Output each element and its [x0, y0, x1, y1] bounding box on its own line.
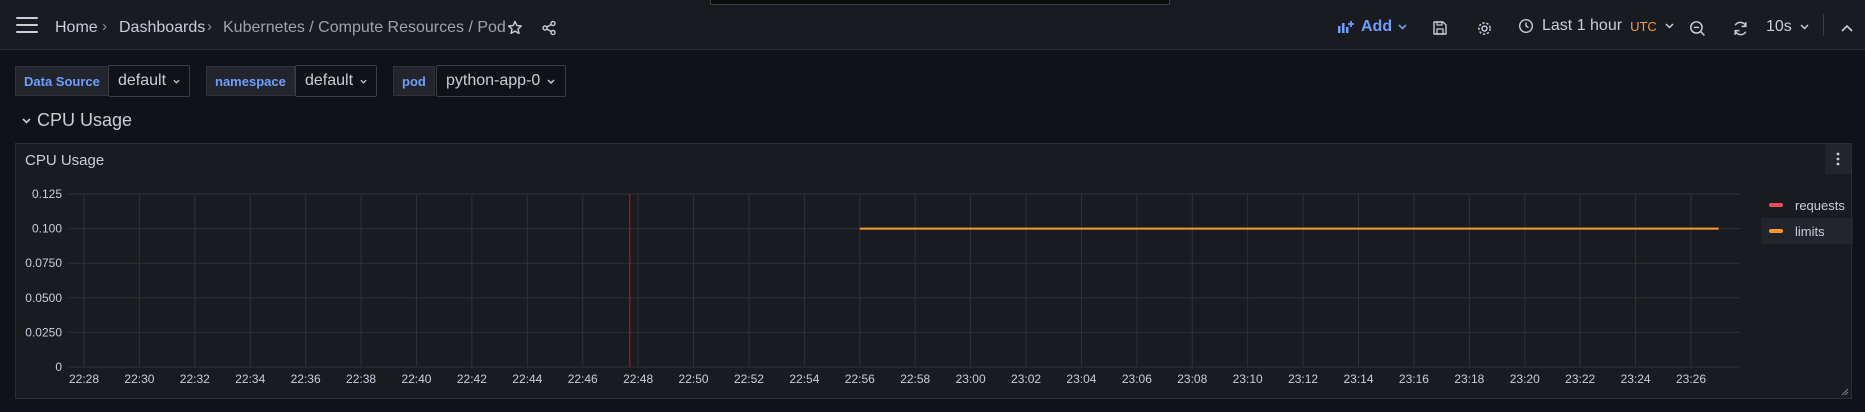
- timezone-label: UTC: [1630, 18, 1657, 34]
- add-button[interactable]: Add: [1337, 18, 1407, 36]
- legend-item-limits[interactable]: limits: [1761, 218, 1853, 244]
- x-tick-label: 22:28: [69, 372, 99, 386]
- chevron-down-icon: [360, 79, 367, 84]
- y-tick-label: 0.0750: [25, 256, 62, 270]
- x-tick-label: 23:14: [1344, 372, 1374, 386]
- resize-handle-icon[interactable]: [1841, 388, 1849, 396]
- menu-icon[interactable]: [16, 17, 38, 33]
- search-bar[interactable]: [710, 0, 1170, 5]
- breadcrumb-separator-icon: ›: [102, 18, 107, 35]
- chart-legend: requests limits: [1761, 192, 1853, 244]
- breadcrumb-dashboards[interactable]: Dashboards: [119, 19, 205, 37]
- clock-icon: [1518, 18, 1534, 34]
- star-icon[interactable]: [502, 15, 528, 41]
- chevron-up-icon[interactable]: [1834, 15, 1860, 41]
- refresh-icon[interactable]: [1727, 15, 1753, 41]
- variable-value: default: [118, 72, 167, 89]
- x-tick-label: 23:02: [1011, 372, 1041, 386]
- x-tick-label: 22:34: [235, 372, 265, 386]
- x-tick-label: 22:58: [900, 372, 930, 386]
- x-tick-label: 23:20: [1510, 372, 1540, 386]
- variable-label-datasource: Data Source: [15, 66, 109, 96]
- y-tick-label: 0.0250: [25, 325, 62, 339]
- chevron-down-icon: [173, 79, 180, 84]
- x-tick-label: 23:16: [1399, 372, 1429, 386]
- y-tick-label: 0.100: [32, 222, 62, 236]
- save-icon[interactable]: [1427, 15, 1453, 41]
- add-panel-icon: [1338, 21, 1354, 33]
- variable-label-namespace: namespace: [206, 66, 295, 96]
- x-tick-label: 23:06: [1122, 372, 1152, 386]
- x-tick-label: 22:50: [679, 372, 709, 386]
- refresh-interval-label: 10s: [1766, 18, 1792, 35]
- zoom-out-icon[interactable]: [1684, 15, 1710, 41]
- x-tick-label: 23:24: [1621, 372, 1651, 386]
- share-icon[interactable]: [536, 15, 562, 41]
- variable-select-datasource[interactable]: default: [108, 65, 190, 97]
- breadcrumb-separator-icon: ›: [207, 18, 212, 35]
- legend-label: requests: [1795, 197, 1845, 213]
- more-vertical-icon[interactable]: [1825, 144, 1851, 174]
- add-label: Add: [1361, 18, 1393, 35]
- refresh-interval-picker[interactable]: 10s: [1766, 18, 1809, 36]
- x-tick-label: 22:48: [623, 372, 653, 386]
- breadcrumb-current: Kubernetes / Compute Resources / Pod: [223, 19, 506, 36]
- chevron-down-icon: [1800, 24, 1809, 30]
- x-tick-label: 23:22: [1565, 372, 1595, 386]
- row-title: CPU Usage: [37, 110, 133, 130]
- x-tick-label: 22:32: [180, 372, 210, 386]
- legend-swatch: [1769, 203, 1783, 207]
- variable-value: default: [305, 72, 354, 89]
- toolbar-divider: [1823, 14, 1824, 36]
- x-tick-label: 23:08: [1177, 372, 1207, 386]
- x-tick-label: 23:00: [956, 372, 986, 386]
- y-tick-label: 0.125: [32, 187, 62, 201]
- time-series-chart[interactable]: 0 0.0250 0.0500 0.0750 0.100 0.125 22:28 22:30 2…: [16, 144, 1756, 399]
- x-tick-label: 22:52: [734, 372, 764, 386]
- x-tick-label: 22:40: [401, 372, 431, 386]
- x-tick-label: 22:44: [512, 372, 542, 386]
- x-tick-label: 23:12: [1288, 372, 1318, 386]
- x-tick-label: 22:56: [845, 372, 875, 386]
- chevron-down-icon: [1665, 23, 1674, 29]
- chevron-down-icon: [22, 117, 31, 124]
- chevron-down-icon: [547, 79, 555, 84]
- x-tick-label: 22:46: [568, 372, 598, 386]
- breadcrumb-home[interactable]: Home: [55, 19, 98, 37]
- x-tick-label: 23:26: [1676, 372, 1706, 386]
- gear-icon[interactable]: [1471, 15, 1497, 41]
- variable-select-pod[interactable]: python-app-0: [436, 65, 566, 97]
- x-tick-label: 23:18: [1454, 372, 1484, 386]
- legend-label: limits: [1795, 223, 1825, 239]
- x-tick-label: 22:38: [346, 372, 376, 386]
- x-tick-label: 23:04: [1066, 372, 1096, 386]
- x-tick-label: 22:54: [789, 372, 819, 386]
- y-tick-label: 0.0500: [25, 291, 62, 305]
- variable-select-namespace[interactable]: default: [295, 65, 377, 97]
- x-tick-label: 22:36: [291, 372, 321, 386]
- variable-value: python-app-0: [446, 72, 541, 89]
- x-tick-label: 22:42: [457, 372, 487, 386]
- chevron-down-icon: [1398, 24, 1407, 30]
- legend-item-requests[interactable]: requests: [1761, 192, 1853, 218]
- row-header-cpu-usage[interactable]: CPU Usage: [22, 110, 132, 131]
- legend-swatch: [1769, 229, 1783, 233]
- x-tick-label: 23:10: [1233, 372, 1263, 386]
- top-navbar: Home › Dashboards › Kubernetes / Compute…: [0, 0, 1865, 50]
- cpu-usage-panel: CPU Usage 0 0.0250 0.0500 0.0750 0.100 0.125 2…: [15, 143, 1853, 399]
- y-tick-label: 0: [55, 360, 62, 374]
- time-range-picker[interactable]: Last 1 hour UTC: [1518, 17, 1674, 35]
- time-range-label: Last 1 hour: [1542, 17, 1623, 34]
- x-tick-label: 22:30: [124, 372, 154, 386]
- variable-label-pod: pod: [393, 66, 435, 96]
